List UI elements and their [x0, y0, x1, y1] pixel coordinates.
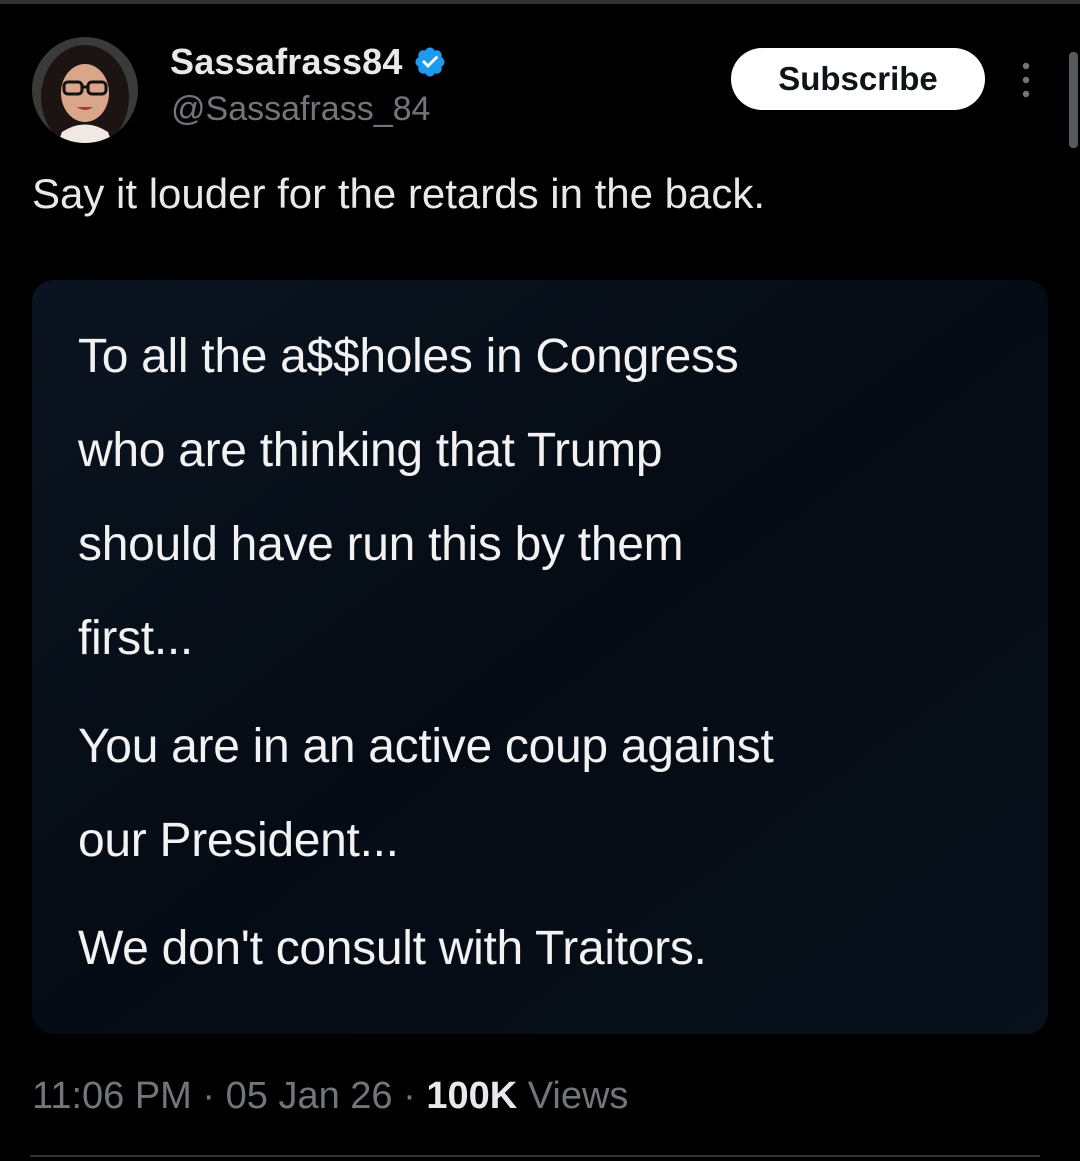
views-label: Views: [517, 1075, 629, 1117]
views-count: 100K: [426, 1075, 518, 1117]
subscribe-button[interactable]: Subscribe: [731, 48, 985, 110]
tweet-media-image[interactable]: To all the a$$holes in Congress who are …: [32, 280, 1048, 1034]
media-paragraph-1: To all the a$$holes in Congress who are …: [78, 330, 739, 665]
meta-separator: ·: [191, 1075, 226, 1117]
author-name-row[interactable]: Sassafrass84: [170, 38, 447, 86]
tweet-date[interactable]: 05 Jan 26: [226, 1075, 393, 1117]
top-divider: [0, 0, 1080, 4]
tweet-time[interactable]: 11:06 PM: [32, 1075, 192, 1117]
meta-separator: ·: [392, 1075, 427, 1117]
verified-badge-icon: [415, 47, 445, 77]
bottom-divider: [30, 1155, 1040, 1157]
display-name[interactable]: Sassafrass84: [170, 41, 403, 83]
tweet-meta: 11:06 PM · 05 Jan 26 · 100K Views: [32, 1075, 628, 1118]
author-handle[interactable]: @Sassafrass_84: [171, 90, 430, 129]
tweet-text: Say it louder for the retards in the bac…: [32, 170, 766, 217]
media-paragraph-3: We don't consult with Traitors.: [78, 922, 707, 975]
avatar[interactable]: [32, 37, 138, 143]
media-paragraph-2: You are in an active coup against our Pr…: [78, 720, 774, 867]
avatar-image: [32, 37, 138, 143]
media-text-block: To all the a$$holes in Congress who are …: [78, 310, 1028, 996]
more-vertical-icon[interactable]: [1016, 60, 1036, 100]
scrollbar[interactable]: [1069, 52, 1078, 148]
